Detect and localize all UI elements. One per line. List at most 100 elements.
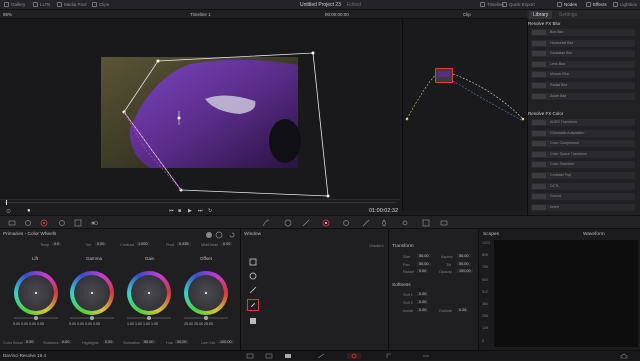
home-icon[interactable] [620, 353, 628, 359]
qualifier-icon[interactable] [302, 219, 310, 227]
pivot-value[interactable]: 0.435 [177, 242, 191, 246]
3d-icon[interactable] [440, 219, 448, 227]
section-blur[interactable]: Resolve FX Blur [528, 21, 561, 26]
page-media-icon[interactable] [246, 353, 254, 359]
gamma-wheel[interactable] [70, 271, 114, 315]
opacity-value[interactable]: 100.00 [457, 269, 473, 273]
offset-wheel[interactable] [184, 271, 228, 315]
page-cut-icon[interactable] [265, 353, 273, 359]
gain-wheel[interactable] [127, 271, 171, 315]
mid-detail-value[interactable]: 0.00 [221, 242, 233, 246]
lift-master-slider[interactable] [14, 316, 58, 320]
gallery-button[interactable]: Gallery [4, 2, 25, 7]
page-fairlight-icon[interactable] [385, 353, 393, 359]
lift-wheel[interactable] [14, 271, 58, 315]
library-item[interactable]: Contrast Pop [531, 172, 635, 179]
gamma-master-slider[interactable] [70, 316, 114, 320]
circle-window-icon[interactable] [247, 270, 259, 282]
node-01[interactable] [435, 68, 453, 83]
playhead[interactable] [6, 200, 7, 205]
tilt-value[interactable]: 50.00 [457, 262, 471, 266]
tab-library[interactable]: Library [529, 11, 553, 19]
hue-value[interactable]: 50.00 [175, 340, 189, 344]
loop-toggle-icon[interactable]: ↻ [208, 208, 212, 214]
library-item[interactable]: Color Compressor [531, 140, 635, 148]
tab-settings[interactable]: Settings [555, 11, 581, 19]
library-item[interactable]: Radial Blur [531, 82, 635, 89]
quick-export-button[interactable]: Quick Export [502, 2, 535, 7]
key-icon[interactable] [402, 219, 410, 227]
scrubber[interactable] [4, 202, 396, 203]
library-item[interactable]: Invert [531, 203, 635, 211]
reset-icon[interactable] [228, 231, 235, 238]
timeline-button[interactable]: Timeline [480, 2, 504, 7]
audio-icon[interactable]: ● [27, 208, 31, 214]
rgb-mixer-icon[interactable] [74, 219, 82, 227]
inside-value[interactable]: 0.00 [417, 308, 429, 312]
page-color-icon[interactable] [347, 353, 361, 359]
timeline-name[interactable]: Timeline 1 [190, 12, 211, 17]
gradient-window-icon[interactable] [247, 315, 259, 327]
linear-window-icon[interactable] [247, 256, 259, 268]
gain-master-slider[interactable] [127, 316, 171, 320]
color-warper-icon[interactable] [284, 219, 292, 227]
gamma-values[interactable]: 0.00 0.00 0.00 0.00 [69, 322, 100, 326]
loop-icon[interactable]: ⊙ [6, 208, 11, 215]
page-deliver-icon[interactable] [422, 353, 430, 359]
sizing-icon[interactable] [422, 219, 430, 227]
rotate-value[interactable]: 0.00 [417, 269, 429, 273]
curves-icon[interactable] [262, 219, 270, 227]
soft2-value[interactable]: 0.00 [417, 300, 429, 304]
temp-value[interactable]: 0.0 [52, 242, 62, 246]
section-color[interactable]: Resolve FX Color [528, 111, 563, 116]
soft1-value[interactable]: 0.00 [417, 292, 429, 296]
camera-raw-icon[interactable] [8, 219, 16, 227]
library-item[interactable]: ACES Transform [531, 119, 635, 126]
luts-button[interactable]: LUTs [33, 2, 50, 7]
tint-value[interactable]: 0.00 [95, 242, 107, 246]
saturation-value[interactable]: 50.00 [142, 340, 156, 344]
scope-mode-select[interactable]: Waveform [583, 232, 605, 237]
magic-mask-icon[interactable] [362, 219, 370, 227]
contrast-value[interactable]: 1.000 [136, 242, 150, 246]
aspect-value[interactable]: 50.00 [457, 254, 471, 258]
clips-button[interactable]: Clips [92, 2, 109, 7]
lightbox-button[interactable]: Lightbox [613, 2, 637, 7]
library-item[interactable]: Horizontal Blur [531, 39, 635, 47]
library-item[interactable]: Gaussian Blur [531, 50, 635, 58]
tracker-icon[interactable] [342, 219, 350, 227]
node-editor-header[interactable]: Clip [463, 12, 471, 17]
color-match-icon[interactable] [24, 219, 32, 227]
offset-values[interactable]: 25.00 25.00 25.00 [184, 322, 213, 326]
offset-master-slider[interactable] [184, 316, 228, 320]
node-editor[interactable] [402, 19, 526, 211]
color-boost-value[interactable]: 0.00 [24, 340, 36, 344]
skip-forward-icon[interactable]: ⏭ [198, 208, 203, 214]
library-item[interactable]: Gamut [531, 193, 635, 201]
media-pool-button[interactable]: Media Pool [57, 2, 87, 7]
skip-back-icon[interactable]: ⏮ [169, 208, 174, 214]
bars-mode-icon[interactable] [205, 231, 212, 238]
motion-effects-icon[interactable] [90, 219, 98, 227]
lum-mix-value[interactable]: 100.00 [218, 340, 234, 344]
highlights-value[interactable]: 0.00 [103, 340, 115, 344]
gain-values[interactable]: 1.00 1.00 1.00 1.00 [127, 322, 158, 326]
viewer[interactable] [0, 19, 400, 199]
library-item[interactable]: Chromatic Adaptation [531, 129, 635, 137]
library-item[interactable]: Color Space Transform [531, 150, 635, 158]
polygon-window-icon[interactable] [247, 284, 259, 296]
library-item[interactable]: DCTL [531, 182, 635, 190]
nodes-button[interactable]: Nodes [557, 2, 577, 7]
pan-value[interactable]: 50.00 [417, 262, 431, 266]
size-value[interactable]: 50.00 [417, 254, 431, 258]
library-item[interactable]: Lens Blur [531, 60, 635, 68]
library-item[interactable]: Zoom Blur [531, 92, 635, 100]
blur-icon[interactable] [380, 219, 388, 227]
effects-button[interactable]: Effects [586, 2, 607, 7]
color-wheels-icon[interactable] [40, 219, 48, 227]
shadows-value[interactable]: 0.00 [60, 340, 72, 344]
hdr-icon[interactable] [58, 219, 66, 227]
library-item[interactable]: Box Blur [531, 29, 635, 36]
stop-icon[interactable]: ■ [178, 208, 181, 214]
log-mode-icon[interactable] [215, 231, 223, 239]
